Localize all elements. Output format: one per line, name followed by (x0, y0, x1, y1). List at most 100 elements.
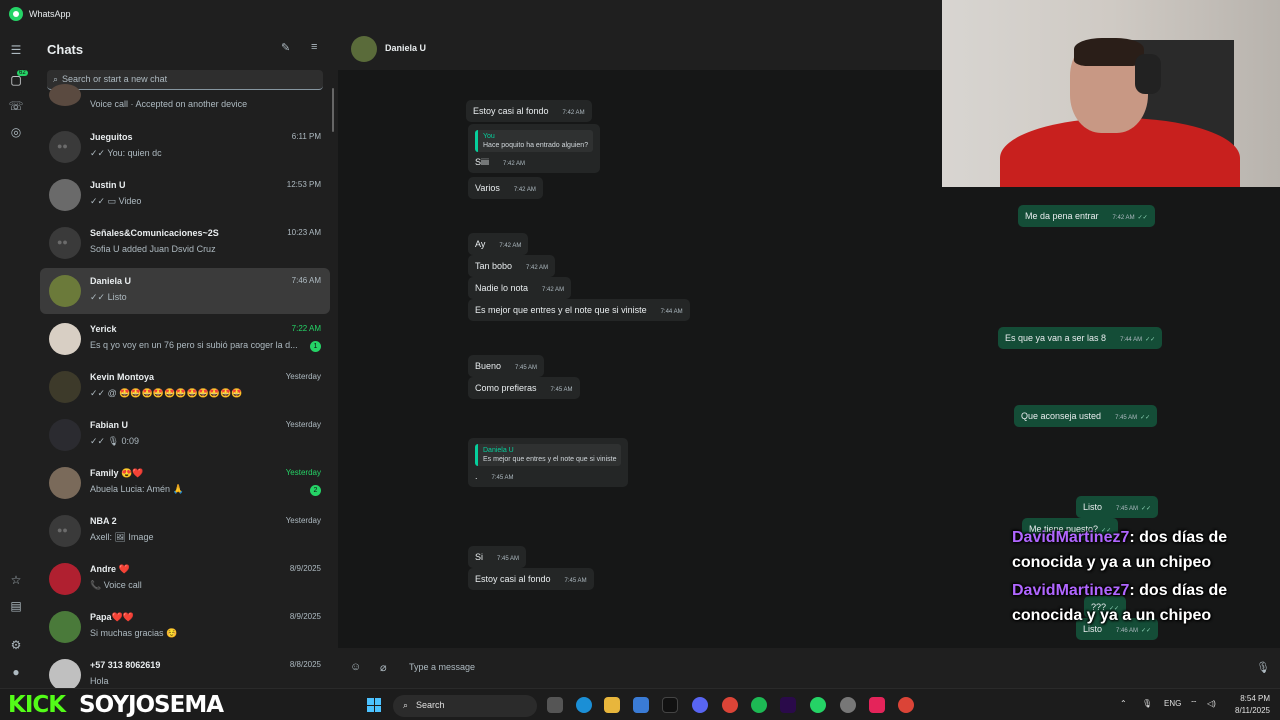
file-explorer-icon[interactable] (604, 697, 620, 713)
read-receipt-icon: ✓✓ (1141, 628, 1152, 634)
wifi-icon[interactable]: ⌔ (1190, 699, 1198, 709)
chat-preview: Es q yo voy en un 76 pero si subió para … (90, 340, 298, 350)
incoming-message[interactable]: Estoy casi al fondo 7:42 AM (466, 100, 592, 122)
incoming-message[interactable]: Daniela U Es mejor que entres y el note q… (468, 438, 629, 487)
message-input[interactable]: Type a message (409, 662, 475, 672)
filter-icon[interactable]: ≡ (311, 41, 317, 53)
stream-chat-user: DavidMartinez7 (1012, 529, 1130, 546)
emoji-icon[interactable]: ☺ (350, 661, 361, 673)
outgoing-message[interactable]: Es que ya van a ser las 8 7:44 AM ✓✓ (998, 327, 1163, 349)
message-time: 7:45 AM (515, 365, 538, 371)
contact-avatar[interactable] (351, 36, 377, 62)
taskbar-search-label: Search (416, 700, 445, 710)
chat-preview: ✓✓ You: quien dc (90, 148, 162, 158)
new-chat-icon[interactable]: ✎ (281, 41, 290, 54)
starred-icon[interactable]: ☆ (8, 572, 24, 588)
message-text: Si (475, 552, 484, 562)
incoming-message[interactable]: Nadie lo nota 7:42 AM (468, 277, 572, 299)
obs-icon[interactable] (840, 697, 856, 713)
chat-list-item[interactable]: Daniela U ✓✓ Listo 7:46 AM (40, 268, 330, 314)
app-icon[interactable] (869, 697, 885, 713)
chat-list-item[interactable]: Yerick Es q yo voy en un 76 pero si subió… (40, 316, 330, 362)
unread-badge: 2 (310, 485, 321, 496)
screen: WhatsApp ☰ ▢ 62 ☏ ◎ ☆ ▤ ⚙ ● Chats ✎ ≡ ⌕ S… (0, 0, 1280, 720)
spotify-icon[interactable] (751, 697, 767, 713)
chrome-profile-icon[interactable] (898, 697, 914, 713)
chat-list-item[interactable]: Andre ❤️ 📞 Voice call 8/9/2025 (40, 556, 330, 602)
chat-preview: ✓✓ Listo (90, 292, 127, 302)
chrome-icon[interactable] (722, 697, 738, 713)
quoted-message[interactable]: You Hace poquito ha entrado alguien? (475, 130, 594, 152)
message-text: . (475, 471, 478, 481)
chat-time: Yesterday (285, 420, 321, 429)
outgoing-message[interactable]: Me da pena entrar 7:42 AM ✓✓ (1018, 205, 1155, 227)
profile-icon[interactable]: ● (8, 664, 24, 680)
chat-avatar (49, 371, 81, 403)
chat-list-item[interactable]: Fabian U ✓✓ 🎙 0:09 Yesterday (40, 412, 330, 458)
app-title: WhatsApp (29, 9, 71, 19)
chat-list-item[interactable]: Papa❤️❤️ Si muchas gracias ☺️ 8/9/2025 (40, 604, 330, 650)
message-text: Ay (475, 239, 486, 249)
outgoing-message[interactable]: Listo 7:45 AM ✓✓ (1076, 496, 1159, 518)
task-view-icon[interactable] (547, 697, 563, 713)
whatsapp-taskbar-icon[interactable] (810, 697, 826, 713)
chat-list-item[interactable]: +57 313 8062619 Hola 8/8/2025 (40, 652, 330, 688)
incoming-message[interactable]: You Hace poquito ha entrado alguien? Siiii… (468, 124, 601, 173)
microphone-tray-icon[interactable]: 🎙 (1142, 699, 1152, 708)
premiere-icon[interactable] (780, 697, 796, 713)
chat-name: Jueguitos (90, 132, 133, 142)
attach-icon[interactable]: ⌀ (380, 661, 387, 674)
store-icon[interactable] (633, 697, 649, 713)
chat-avatar (49, 467, 81, 499)
message-time: 7:45 AM (550, 387, 573, 393)
menu-icon[interactable]: ☰ (8, 42, 24, 58)
status-icon[interactable]: ◎ (8, 124, 24, 140)
chat-avatar (49, 563, 81, 595)
chat-list-item[interactable]: Señales&Comunicaciones~2S Sofia U added J… (40, 220, 330, 266)
incoming-message[interactable]: Varios 7:42 AM (468, 177, 543, 199)
discord-icon[interactable] (692, 697, 708, 713)
incoming-message[interactable]: Estoy casi al fondo 7:45 AM (468, 568, 594, 590)
chat-list-item[interactable]: Voice call · Accepted on another device (40, 84, 330, 122)
mic-icon[interactable]: 🎙 (1256, 661, 1270, 674)
chat-avatar (49, 323, 81, 355)
incoming-message[interactable]: Si 7:45 AM (468, 546, 527, 568)
settings-icon[interactable]: ⚙ (8, 637, 24, 653)
chat-list-item[interactable]: Kevin Montoya ✓✓ @ 🤩🤩🤩🤩🤩🤩🤩🤩🤩🤩🤩 Yesterday (40, 364, 330, 410)
archive-icon[interactable]: ▤ (8, 598, 24, 614)
quoted-message[interactable]: Daniela U Es mejor que entres y el note q… (475, 444, 622, 466)
message-time: 7:42 AM (526, 265, 549, 271)
chat-list-scrollbar[interactable] (332, 88, 334, 132)
volume-icon[interactable]: ◁) (1207, 699, 1216, 708)
search-input[interactable]: ⌕ Search or start a new chat (47, 70, 323, 90)
search-icon: ⌕ (403, 700, 409, 710)
incoming-message[interactable]: Ay 7:42 AM (468, 233, 529, 255)
chat-time: Yesterday (285, 468, 321, 477)
chat-list-item[interactable]: Jueguitos ✓✓ You: quien dc 6:11 PM (40, 124, 330, 170)
whatsapp-logo-icon (9, 7, 23, 21)
incoming-message[interactable]: Bueno 7:45 AM (468, 355, 545, 377)
clock[interactable]: 8:54 PM 8/11/2025 (1226, 693, 1270, 717)
tiktok-icon[interactable] (662, 697, 678, 713)
incoming-message[interactable]: Tan bobo 7:42 AM (468, 255, 556, 277)
incoming-message[interactable]: Es mejor que entres y el note que si vin… (468, 299, 690, 321)
quoted-text: Hace poquito ha entrado alguien? (483, 142, 589, 149)
start-icon[interactable] (367, 698, 381, 712)
calls-icon[interactable]: ☏ (8, 98, 24, 114)
message-text: Que aconseja usted (1021, 411, 1102, 421)
language-indicator[interactable]: ENG (1164, 699, 1181, 708)
edge-icon[interactable] (576, 697, 592, 713)
kick-logo: KICK (8, 692, 66, 718)
chat-list-item[interactable]: NBA 2 Axell: 🖼 Image Yesterday (40, 508, 330, 554)
incoming-message[interactable]: Como prefieras 7:45 AM (468, 377, 580, 399)
message-time: 7:44 AM (1120, 337, 1143, 343)
chat-list-item[interactable]: Family 😍❤️ Abuela Lucia: Amén 🙏 Yesterday 2 (40, 460, 330, 506)
tray-overflow-icon[interactable]: ⌃ (1120, 699, 1127, 708)
outgoing-message[interactable]: Que aconseja usted 7:45 AM ✓✓ (1014, 405, 1158, 427)
chat-list-item[interactable]: Justin U ✓✓ ▭ Video 12:53 PM (40, 172, 330, 218)
chat-time: 10:23 AM (287, 228, 321, 237)
chats-heading: Chats (47, 42, 84, 57)
taskbar-search[interactable]: ⌕ Search (393, 695, 537, 717)
read-receipt-icon: ✓✓ (1140, 415, 1151, 421)
message-text: Tan bobo (475, 261, 513, 271)
